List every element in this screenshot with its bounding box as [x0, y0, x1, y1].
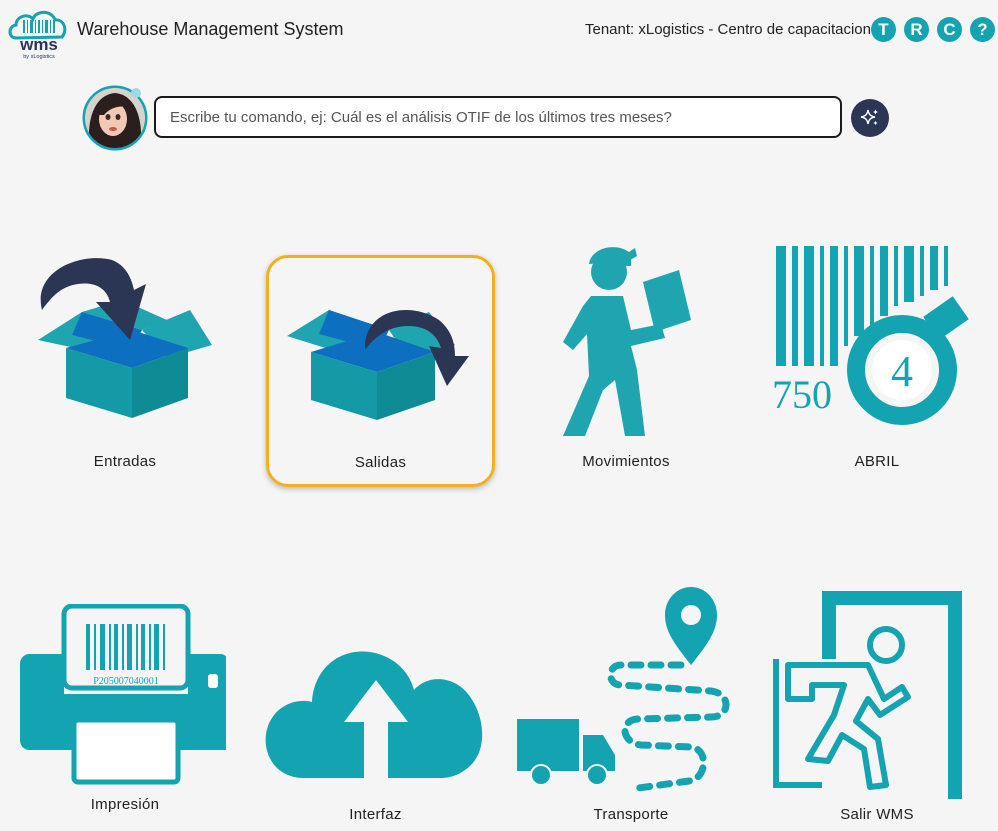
cloud-upload-icon [265, 651, 483, 778]
box-out-icon [287, 310, 469, 420]
tile-salir-wms[interactable]: Salir WMS [762, 585, 992, 831]
tile-label: Salir WMS [840, 806, 914, 823]
tile-entradas[interactable]: Entradas [10, 240, 240, 480]
t-button[interactable]: T [871, 17, 896, 42]
truck-route-icon [517, 587, 730, 793]
tenant-label: Tenant: xLogistics - Centro de capacitac… [585, 21, 871, 38]
sparkle-icon [860, 109, 878, 125]
tile-label: Interfaz [349, 806, 402, 823]
tile-label: Movimientos [582, 453, 670, 470]
tile-movimientos[interactable]: Movimientos [511, 240, 741, 480]
tile-label: Impresión [90, 796, 160, 813]
tile-label: ABRIL [854, 453, 900, 470]
box-in-icon [38, 258, 212, 418]
barcode-code: 750 [772, 372, 832, 417]
tile-salidas[interactable]: Salidas [266, 255, 495, 487]
logo-text: wms [19, 35, 58, 54]
app-title: Warehouse Management System [77, 19, 344, 39]
wms-logo: wms by xLogistics [8, 10, 67, 60]
assistant-avatar[interactable] [82, 85, 148, 151]
header: wms by xLogistics Warehouse Management S… [0, 0, 998, 60]
exit-door-icon [773, 591, 962, 799]
lot-number: 4 [891, 347, 913, 396]
worker-carrying-box-icon [563, 247, 691, 436]
help-button[interactable]: ? [970, 17, 995, 42]
barcode-printer-icon: P205007040001 [20, 604, 226, 785]
tile-label: Transporte [593, 806, 669, 823]
c-button[interactable]: C [937, 17, 962, 42]
command-input[interactable] [154, 96, 842, 138]
tile-interfaz[interactable]: Interfaz [258, 600, 493, 831]
tile-label: Salidas [354, 454, 407, 471]
tile-label: Entradas [93, 453, 157, 470]
tile-abril[interactable]: 4 750 ABRIL [762, 240, 992, 480]
tile-transporte[interactable]: Transporte [511, 585, 751, 831]
ai-sparkle-button[interactable] [851, 99, 889, 137]
printer-label-code: P205007040001 [93, 676, 159, 687]
logo-subtext: by xLogistics [23, 54, 55, 60]
tile-impresion[interactable]: P205007040001 Impresión [10, 600, 240, 820]
r-button[interactable]: R [904, 17, 929, 42]
barcode-lot-icon: 4 750 [772, 246, 969, 425]
